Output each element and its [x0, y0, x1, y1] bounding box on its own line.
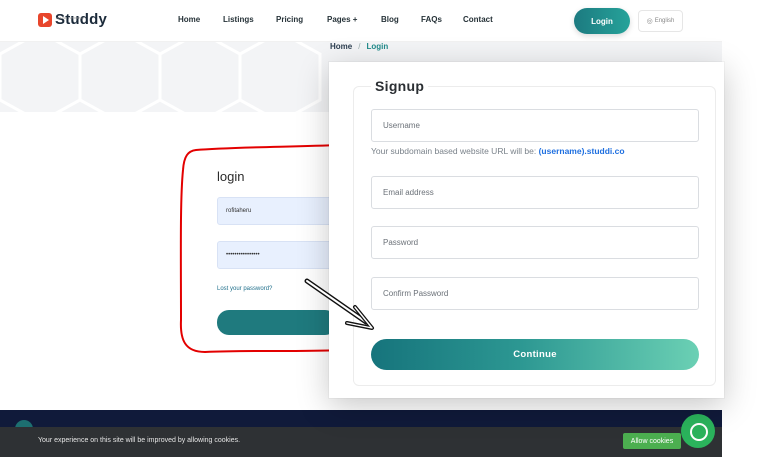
- subdomain-hint: Your subdomain based website URL will be…: [371, 146, 625, 156]
- email-input[interactable]: Email address: [371, 176, 699, 209]
- cookie-message: Your experience on this site will be imp…: [38, 437, 241, 444]
- brand-tagline: ONLINE TUTORING: [56, 16, 84, 20]
- nav-pages[interactable]: Pages +: [327, 15, 357, 24]
- allow-cookies-button[interactable]: Allow cookies: [623, 433, 681, 449]
- nav-blog[interactable]: Blog: [381, 15, 399, 24]
- signup-panel: Signup Username Your subdomain based web…: [329, 62, 724, 398]
- nav-faqs[interactable]: FAQs: [421, 15, 442, 24]
- login-password-field[interactable]: ••••••••••••••••: [217, 241, 337, 269]
- signup-title: Signup: [371, 78, 429, 94]
- subdomain-hint-text: Your subdomain based website URL will be…: [371, 146, 537, 156]
- nav-listings[interactable]: Listings: [223, 15, 254, 24]
- nav-contact[interactable]: Contact: [463, 15, 493, 24]
- breadcrumb-home[interactable]: Home: [330, 42, 352, 51]
- globe-icon: ◎: [646, 18, 653, 25]
- screenshot-stage: Studdy ONLINE TUTORING Home Listings Pri…: [0, 0, 768, 457]
- play-logo-icon: [38, 12, 52, 27]
- subdomain-url: (username).studdi.co: [538, 146, 625, 156]
- language-label: English: [654, 18, 675, 24]
- breadcrumb: Home / Login: [330, 42, 388, 51]
- chat-bubble-icon[interactable]: [681, 414, 715, 448]
- nav-pricing[interactable]: Pricing: [276, 15, 303, 24]
- nav-home[interactable]: Home: [178, 15, 200, 24]
- lost-password-link[interactable]: Lost your password?: [217, 286, 272, 292]
- login-submit-button[interactable]: [217, 310, 337, 335]
- language-selector[interactable]: ◎ English: [638, 10, 683, 32]
- login-username-field[interactable]: rofitaheru: [217, 197, 337, 225]
- continue-button[interactable]: Continue: [371, 339, 699, 370]
- breadcrumb-separator: /: [358, 42, 361, 51]
- confirm-password-input[interactable]: Confirm Password: [371, 277, 699, 310]
- username-input[interactable]: Username: [371, 109, 699, 142]
- password-input[interactable]: Password: [371, 226, 699, 259]
- login-title: login: [217, 169, 245, 184]
- breadcrumb-current: Login: [366, 42, 389, 51]
- header-login-button[interactable]: Login: [574, 8, 630, 34]
- top-navigation-bar: Studdy ONLINE TUTORING Home Listings Pri…: [0, 0, 722, 42]
